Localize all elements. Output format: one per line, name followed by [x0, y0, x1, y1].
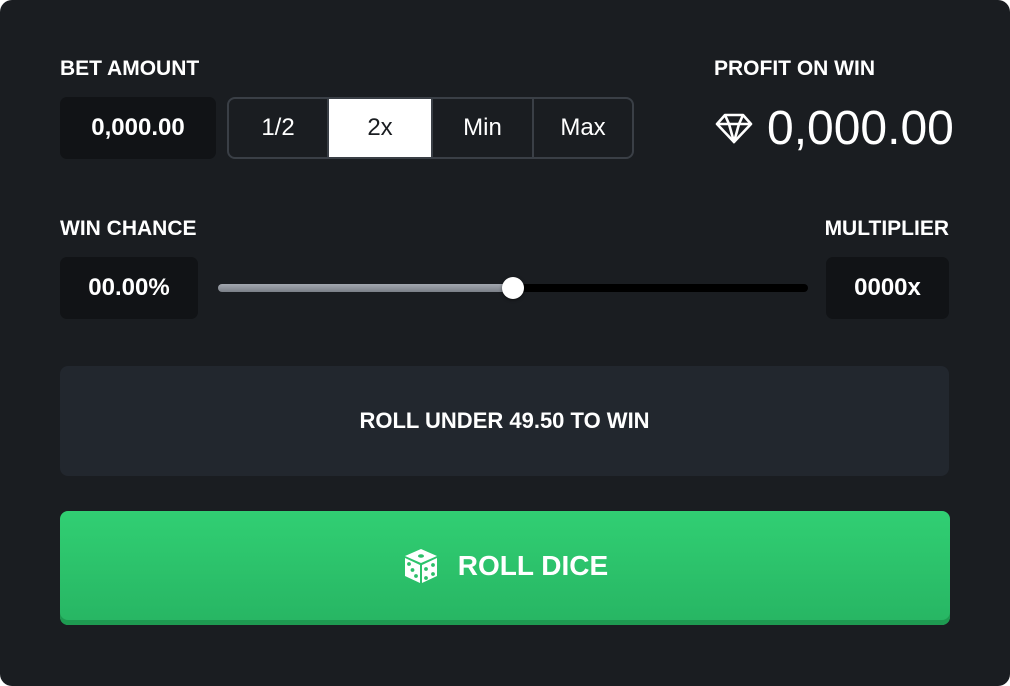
bet-amount-field[interactable]: 0,000.00 [60, 97, 216, 159]
double-button[interactable]: 2x [329, 99, 433, 157]
slider-handle[interactable] [502, 277, 524, 299]
profit-on-win-value: 0,000.00 [767, 101, 954, 155]
win-chance-field[interactable]: 00.00% [60, 257, 198, 319]
win-chance-slider[interactable] [218, 270, 808, 306]
dice-icon [402, 547, 440, 585]
min-button[interactable]: Min [433, 99, 534, 157]
multiplier-label: MULTIPLIER [824, 217, 949, 240]
slider-track-filled [218, 284, 513, 292]
profit-on-win-label: PROFIT ON WIN [714, 57, 875, 80]
bet-modifier-group: 1/2 2x Min Max [227, 97, 634, 159]
roll-dice-label: ROLL DICE [457, 550, 609, 581]
slider-track-remaining [513, 284, 808, 292]
win-chance-label: WIN CHANCE [60, 217, 197, 240]
roll-target-text: ROLL UNDER 49.50 TO WIN [359, 408, 650, 433]
multiplier-field[interactable]: 0000x [826, 257, 949, 319]
win-chance-value: 00.00% [88, 274, 170, 301]
max-button[interactable]: Max [534, 99, 632, 157]
half-button[interactable]: 1/2 [229, 99, 329, 157]
dice-game-panel: BET AMOUNT 0,000.00 1/2 2x Min Max PROFI… [0, 0, 1010, 686]
bet-amount-value: 0,000.00 [91, 114, 185, 141]
roll-target-info: ROLL UNDER 49.50 TO WIN [60, 366, 949, 476]
profit-on-win-display: 0,000.00 [715, 98, 955, 158]
roll-dice-button[interactable]: ROLL DICE [60, 511, 950, 625]
multiplier-value: 0000x [854, 274, 921, 301]
diamond-icon [715, 112, 767, 144]
bet-amount-label: BET AMOUNT [60, 57, 200, 80]
